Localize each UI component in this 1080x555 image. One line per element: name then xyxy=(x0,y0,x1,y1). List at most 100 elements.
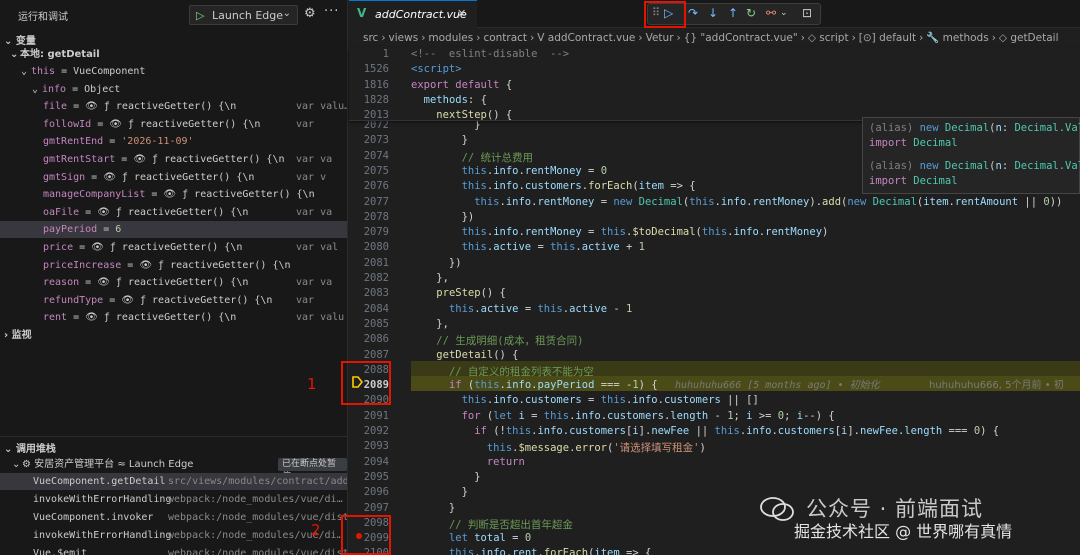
variable-row[interactable]: followId = 👁 ƒ reactiveGetter() {\n var xyxy=(0,116,347,133)
start-debugging-icon[interactable]: ▷ xyxy=(196,9,204,22)
variable-value: 👁 ƒ reactiveGetter() {\n xyxy=(103,171,255,183)
step-out-icon[interactable]: ↑ xyxy=(728,6,738,20)
variable-row[interactable]: refundType = 👁 ƒ reactiveGetter() {\n var xyxy=(0,292,347,309)
callstack-frame[interactable]: VueComponent.getDetail src/views/modules/… xyxy=(0,473,347,490)
line-number: 2096 xyxy=(363,486,389,499)
close-icon[interactable]: ✕ xyxy=(457,7,466,20)
variables-section-header[interactable]: ⌄ 变量 xyxy=(4,32,36,47)
breadcrumb-item[interactable]: {} "addContract.vue" xyxy=(684,32,798,44)
variable-name: rent xyxy=(43,312,68,324)
callstack-frame[interactable]: VueComponent.invoker webpack:/node_module… xyxy=(0,509,347,526)
variable-row[interactable]: payPeriod = 6 xyxy=(0,221,347,239)
variable-value: 👁 ƒ reactiveGetter() {\n xyxy=(121,294,273,306)
paused-status-badge: 已在断点处暂停 xyxy=(278,458,347,482)
callstack-frame[interactable]: invokeWithErrorHandling webpack:/node_mod… xyxy=(0,527,347,544)
variable-value-preview: var va xyxy=(296,154,333,165)
breadcrumb-separator: › xyxy=(851,32,856,44)
variable-row[interactable]: ⌄ this = VueComponent xyxy=(0,63,347,80)
tab-addcontract[interactable]: V addContract.vue ✕ xyxy=(349,0,477,28)
disconnect-icon[interactable]: ⚯ xyxy=(766,6,776,20)
hover-signature: import Decimal xyxy=(869,137,958,149)
line-number: 2081 xyxy=(363,256,389,269)
line-number: 2082 xyxy=(363,272,389,284)
breadcrumb-item[interactable]: src xyxy=(363,32,378,44)
variable-name: reason xyxy=(43,277,80,289)
breadcrumb-separator: › xyxy=(476,32,481,44)
more-actions-icon[interactable]: ··· xyxy=(324,4,339,19)
variable-name: info xyxy=(42,83,67,95)
variable-row[interactable]: ⌄ info = Object xyxy=(0,81,347,98)
local-scope-row[interactable]: ⌄ 本地: getDetail xyxy=(0,46,347,63)
code-line: // 自定义的租金列表不能为空 xyxy=(448,365,594,378)
variable-row[interactable]: gmtRentEnd = '2026-11-09' xyxy=(0,133,347,150)
variable-name: gmtRentStart xyxy=(43,154,116,165)
line-number: 2073 xyxy=(363,134,389,147)
chevron-down-icon: ⌄ xyxy=(32,83,39,95)
callstack-frame[interactable]: invokeWithErrorHandling webpack:/node_mod… xyxy=(0,491,347,508)
variable-row[interactable]: priceIncrease = 👁 ƒ reactiveGetter() {\n xyxy=(0,257,347,274)
launch-config-dropdown[interactable]: ▷ Launch Edge ⌄ xyxy=(189,5,298,25)
breadcrumb-item[interactable]: modules xyxy=(428,32,473,44)
variable-row[interactable]: reason = 👁 ƒ reactiveGetter() {\n var va xyxy=(0,274,347,291)
breadcrumb-item[interactable]: [⊙] default xyxy=(859,32,916,44)
code-line: for (let i = this.info.customers.length … xyxy=(461,409,835,422)
variable-row[interactable]: price = 👁 ƒ reactiveGetter() {\n var val xyxy=(0,239,347,256)
variable-value: 👁 ƒ reactiveGetter() {\n xyxy=(97,277,249,289)
chevron-down-icon: ⌄ xyxy=(282,8,291,19)
line-number: 2091 xyxy=(363,409,389,422)
variable-name: manageCompanyList xyxy=(43,189,146,201)
line-number: 2093 xyxy=(363,440,389,453)
variable-value-preview: var va xyxy=(296,277,333,289)
code-line: this.$message.error('请选择填写租金') xyxy=(486,442,706,455)
code-line: this.info.customers.forEach(item => { xyxy=(461,180,696,193)
line-number: 1 xyxy=(382,48,389,60)
breadcrumb-item[interactable]: contract xyxy=(483,32,527,44)
variable-row[interactable]: gmtRentStart = 👁 ƒ reactiveGetter() {\n v… xyxy=(0,151,347,168)
variable-row[interactable]: file = 👁 ƒ reactiveGetter() {\n var valu… xyxy=(0,98,347,115)
line-number: 2077 xyxy=(363,195,389,208)
inspect-icon[interactable]: ⊡ xyxy=(802,6,812,20)
gear-icon[interactable]: ⚙ xyxy=(304,6,316,21)
breadcrumb-item[interactable]: Vetur xyxy=(646,32,674,44)
step-over-icon[interactable]: ↷ xyxy=(688,6,698,20)
callstack-header-label: 调用堆栈 xyxy=(15,444,56,455)
code-line: this.active = this.active - 1 xyxy=(448,302,633,315)
chevron-down-icon: ⌄ xyxy=(21,66,28,77)
variable-row[interactable]: manageCompanyList = 👁 ƒ reactiveGetter()… xyxy=(0,186,347,203)
section-divider xyxy=(0,436,347,437)
code-line: this.info.rentMoney = 0 xyxy=(461,164,608,177)
variable-row[interactable]: rent = 👁 ƒ reactiveGetter() {\n var valu xyxy=(0,309,347,326)
code-editor: V addContract.vue ✕ ⠿ ▷ ↷ ↓ ↑ ↻ ⚯ ⌄ ⊡ sr… xyxy=(341,0,1080,555)
breadcrumb-item[interactable]: 🔧 methods xyxy=(926,32,988,44)
variable-row[interactable]: oaFile = 👁 ƒ reactiveGetter() {\n var va xyxy=(0,204,347,221)
callstack-frame[interactable]: Vue.$emit webpack:/node_modules/vue/dist/… xyxy=(0,545,347,555)
variable-separator: = xyxy=(121,259,140,271)
chevron-down-icon[interactable]: ⌄ xyxy=(780,8,788,18)
breadcrumb-item[interactable]: ◇ script xyxy=(808,32,849,44)
line-number: 2076 xyxy=(363,180,389,193)
code-line: if (this.info.payPeriod === -1) { xyxy=(448,379,658,392)
variable-separator: = xyxy=(79,206,98,218)
variable-separator: = xyxy=(67,101,86,113)
breadcrumb-item[interactable]: V addContract.vue xyxy=(537,32,635,44)
frame-function: Vue.$emit xyxy=(33,548,88,555)
line-number: 2092 xyxy=(363,425,389,437)
callstack-section-header[interactable]: ⌄ 调用堆栈 xyxy=(4,440,56,455)
code-line: <!-- eslint-disable --> xyxy=(411,48,570,60)
variable-value-preview: var valu… xyxy=(296,101,347,113)
variable-row[interactable]: gmtSign = 👁 ƒ reactiveGetter() {\n var v xyxy=(0,169,347,186)
step-into-icon[interactable]: ↓ xyxy=(708,6,718,20)
hover-signature: (alias) new Decimal(n: Decimal.Valu xyxy=(869,122,1080,134)
code-line: export default { xyxy=(411,78,513,91)
breadcrumb-item[interactable]: views xyxy=(389,32,419,44)
variable-value: 👁 ƒ reactiveGetter() {\n xyxy=(163,189,315,201)
breadcrumb-item[interactable]: ◇ getDetail xyxy=(999,32,1059,44)
variable-separator: = xyxy=(115,154,134,165)
sticky-scroll-header: 1 <!-- eslint-disable --> 1526 <script> 1816… xyxy=(349,48,1080,121)
restart-icon[interactable]: ↻ xyxy=(746,6,756,20)
variable-value: 👁 ƒ reactiveGetter() {\n xyxy=(91,242,243,253)
code-line: let total = 0 xyxy=(448,532,532,545)
breadcrumb-separator: › xyxy=(638,32,643,44)
watch-section-header[interactable]: › 监视 xyxy=(4,326,32,341)
code-line: // 统计总费用 xyxy=(461,151,534,164)
